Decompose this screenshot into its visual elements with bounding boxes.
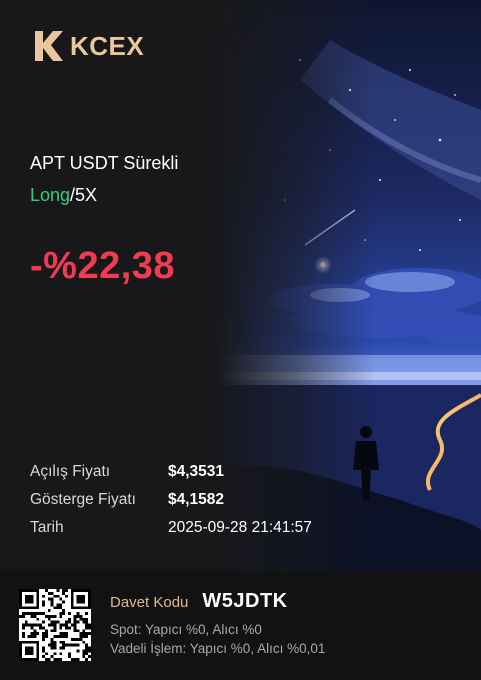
position-side: Long [30, 185, 71, 205]
position-details: Açılış Fiyatı $4,3531 Gösterge Fiyatı $4… [30, 458, 312, 542]
mark-price-row: Gösterge Fiyatı $4,1582 [30, 486, 312, 514]
card-footer: Davet Kodu W5JDTK Spot: Yapıcı %0, Alıcı… [0, 571, 481, 680]
open-price-label: Açılış Fiyatı [30, 463, 111, 480]
qr-code-graphic [19, 589, 91, 661]
date-row: Tarih 2025-09-28 21:41:57 [30, 514, 312, 542]
kcex-logo: KCEX [32, 28, 144, 64]
open-price-row: Açılış Fiyatı $4,3531 [30, 458, 312, 486]
trading-pair: APT USDT Sürekli [30, 153, 179, 173]
date-value: 2025-09-28 21:41:57 [168, 519, 312, 536]
leverage-value: /5X [70, 185, 98, 205]
futures-fee-text: Vadeli İşlem: Yapıcı %0, Alıcı %0,01 [110, 641, 326, 656]
mark-price-value: $4,1582 [168, 491, 225, 508]
position-leverage: Long/5X [30, 185, 97, 206]
invite-code-block: Davet Kodu W5JDTK [110, 590, 288, 613]
invite-code-value[interactable]: W5JDTK [202, 590, 287, 613]
kcex-k-logo-icon [35, 31, 63, 61]
card-hero: KCEX APT USDT Sürekli Long/5X -%22,38 Aç… [0, 0, 481, 571]
open-price-value: $4,3531 [168, 463, 225, 480]
date-label: Tarih [30, 519, 64, 536]
invite-code-label: Davet Kodu [110, 594, 189, 611]
mark-price-label: Gösterge Fiyatı [30, 491, 136, 508]
qr-code-icon[interactable] [19, 589, 91, 661]
spot-fee-text: Spot: Yapıcı %0, Alıcı %0 [110, 622, 262, 637]
share-card: KCEX APT USDT Sürekli Long/5X -%22,38 Aç… [0, 0, 481, 680]
brand-name: KCEX [70, 30, 145, 61]
pnl-percentage: -%22,38 [30, 245, 176, 287]
